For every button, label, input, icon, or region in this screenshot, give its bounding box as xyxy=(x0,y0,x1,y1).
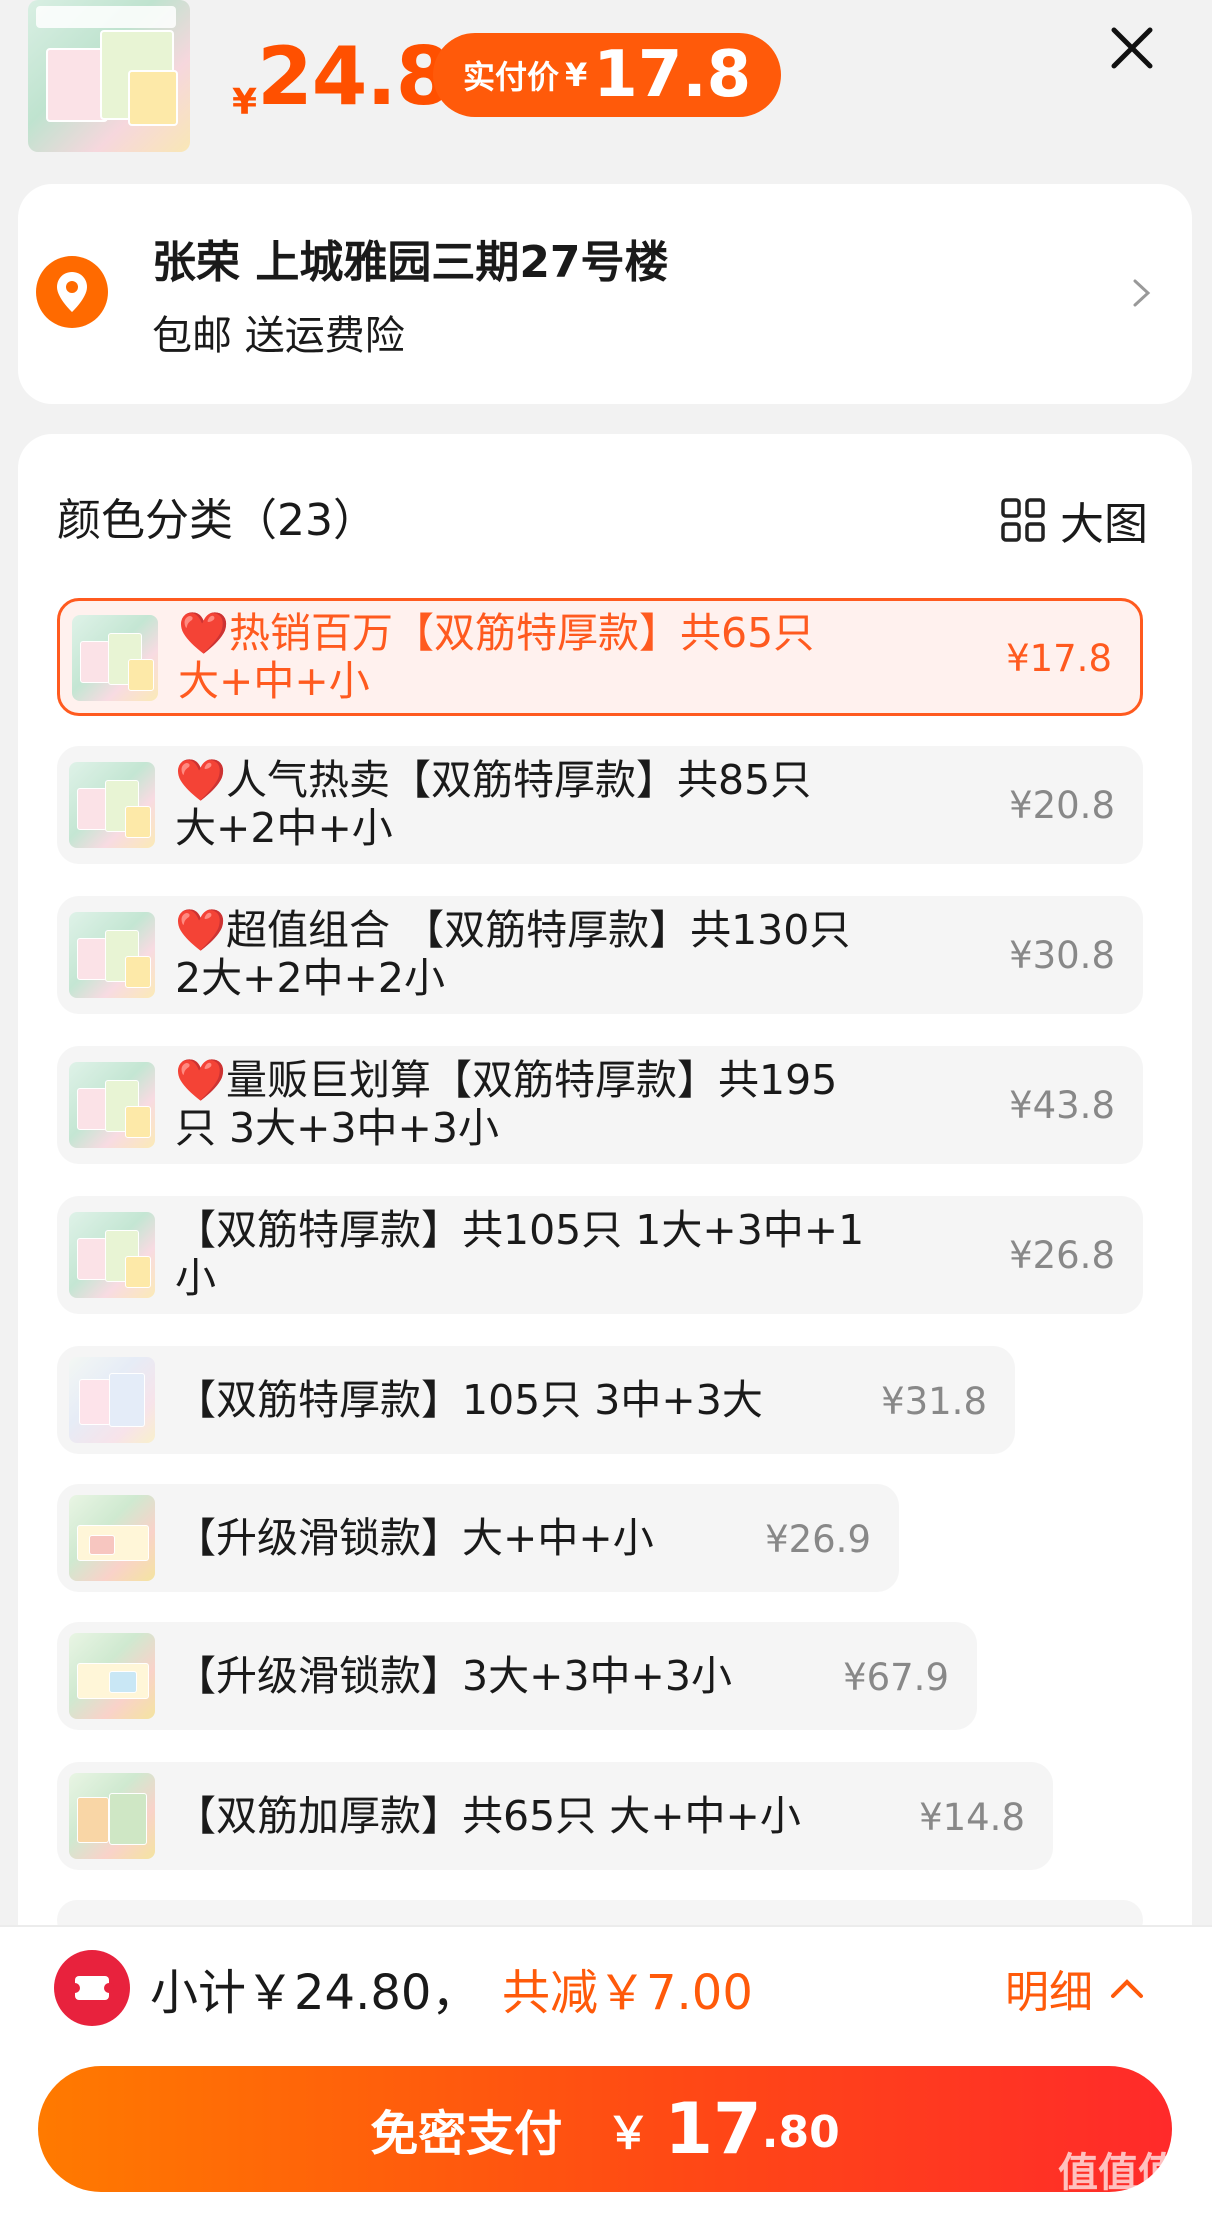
variant-option[interactable]: 【升级滑锁款】3大+3中+3小 ¥67.9 xyxy=(57,1622,977,1730)
variant-price: ¥67.9 xyxy=(843,1656,949,1699)
sku-header: ¥24.8 实付价 ¥ 17.8 xyxy=(0,0,1212,175)
variant-label-line2: 大+2中+小 xyxy=(175,804,393,852)
variant-thumbnail xyxy=(69,1633,155,1719)
variant-option[interactable]: 【升级滑锁款】大+中+小 ¥26.9 xyxy=(57,1484,899,1592)
variant-option[interactable]: ❤️人气热卖【双筋特厚款】共85只 大+2中+小 ¥20.8 xyxy=(57,746,1143,864)
pay-currency: ￥ xyxy=(606,2108,651,2159)
variant-section-title: 颜色分类（23） xyxy=(57,495,377,546)
variant-label-line1: ❤️超值组合 【双筋特厚款】共130只 xyxy=(175,906,851,954)
chevron-right-icon[interactable] xyxy=(1124,276,1158,310)
variant-label-line1: 【双筋特厚款】共105只 1大+3中+1 xyxy=(175,1206,865,1254)
paid-price-label: 实付价 xyxy=(463,58,560,96)
discount-text: 共减￥7.00 xyxy=(502,1965,753,2021)
variant-price: ¥26.8 xyxy=(1009,1234,1115,1277)
price-value: 24.8 xyxy=(257,30,451,123)
variant-option[interactable]: 【双筋特厚款】105只 3中+3大 ¥31.8 xyxy=(57,1346,1015,1454)
variant-label-line1: ❤️人气热卖【双筋特厚款】共85只 xyxy=(175,756,812,804)
variant-option[interactable]: 【双筋特厚款】共105只 1大+3中+1 小 ¥26.8 xyxy=(57,1196,1143,1314)
big-image-label: 大图 xyxy=(1060,499,1148,550)
product-price: ¥24.8 xyxy=(232,30,451,123)
variant-thumbnail xyxy=(69,762,155,848)
variant-label: 【升级滑锁款】3大+3中+3小 xyxy=(175,1652,732,1700)
price-detail-toggle[interactable]: 明细 xyxy=(1005,1956,1147,2020)
pay-button[interactable]: 免密支付 ￥ 17 .80 xyxy=(38,2066,1172,2192)
variant-price: ¥31.8 xyxy=(881,1380,987,1423)
grid-icon xyxy=(1001,498,1045,542)
variant-thumbnail xyxy=(69,1212,155,1298)
variant-price: ¥43.8 xyxy=(1009,1084,1115,1127)
paid-price-badge: 实付价 ¥ 17.8 xyxy=(433,33,782,117)
paid-price-currency: ¥ xyxy=(565,56,588,94)
variant-label-line2: 2大+2中+2小 xyxy=(175,954,445,1002)
address-card[interactable] xyxy=(18,184,1192,404)
location-pin-icon xyxy=(36,256,108,328)
paid-price-value: 17.8 xyxy=(593,38,752,112)
variant-price: ¥30.8 xyxy=(1009,934,1115,977)
watermark-site: zhizhizhi.com xyxy=(1074,2192,1183,2211)
variant-price: ¥14.8 xyxy=(919,1796,1025,1839)
variant-option[interactable]: ❤️超值组合 【双筋特厚款】共130只 2大+2中+2小 ¥30.8 xyxy=(57,896,1143,1014)
watermark-logo: 值值值 xyxy=(1058,2150,1178,2196)
variant-label: 【双筋加厚款】共65只 大+中+小 xyxy=(175,1792,801,1840)
variant-label-line1: ❤️热销百万【双筋特厚款】共65只 xyxy=(178,609,815,657)
variant-label-line2: 只 3大+3中+3小 xyxy=(175,1104,499,1152)
variant-label-line1: ❤️量贩巨划算【双筋特厚款】共195 xyxy=(175,1056,838,1104)
variant-label-line2: 小 xyxy=(175,1254,216,1302)
variant-thumbnail xyxy=(72,615,158,701)
shipping-benefits: 包邮 送运费险 xyxy=(152,313,405,359)
address-recipient: 张荣 上城雅园三期27号楼 xyxy=(152,237,669,288)
variant-option[interactable]: 【双筋加厚款】共65只 大+中+小 ¥14.8 xyxy=(57,1762,1053,1870)
variant-label: 【升级滑锁款】大+中+小 xyxy=(175,1514,654,1562)
subtotal-text: 小计￥24.80， xyxy=(150,1965,480,2021)
variant-label: 【双筋特厚款】105只 3中+3大 xyxy=(175,1376,763,1424)
variant-option[interactable]: ❤️热销百万【双筋特厚款】共65只 大+中+小 ¥17.8 xyxy=(57,598,1143,716)
variant-thumbnail xyxy=(69,912,155,998)
detail-label: 明细 xyxy=(1005,1967,1093,2018)
pay-amount-decimal: .80 xyxy=(761,2107,840,2158)
close-icon[interactable] xyxy=(1104,20,1160,76)
big-image-toggle[interactable]: 大图 xyxy=(1000,488,1148,552)
product-thumbnail[interactable] xyxy=(28,0,190,152)
pay-amount-integer: 17 xyxy=(664,2088,762,2170)
price-currency: ¥ xyxy=(232,82,258,123)
variant-price: ¥20.8 xyxy=(1009,784,1115,827)
chevron-up-icon xyxy=(1111,1979,1143,1998)
variant-label-line2: 大+中+小 xyxy=(178,657,370,705)
pay-button-label: 免密支付 xyxy=(370,2106,563,2162)
variant-option[interactable]: ❤️量贩巨划算【双筋特厚款】共195 只 3大+3中+3小 ¥43.8 xyxy=(57,1046,1143,1164)
variant-price: ¥17.8 xyxy=(1006,637,1112,680)
variant-thumbnail xyxy=(69,1773,155,1859)
variant-thumbnail xyxy=(69,1495,155,1581)
coupon-icon xyxy=(54,1950,130,2026)
variant-thumbnail xyxy=(69,1062,155,1148)
variant-thumbnail xyxy=(69,1357,155,1443)
variant-price: ¥26.9 xyxy=(765,1518,871,1561)
